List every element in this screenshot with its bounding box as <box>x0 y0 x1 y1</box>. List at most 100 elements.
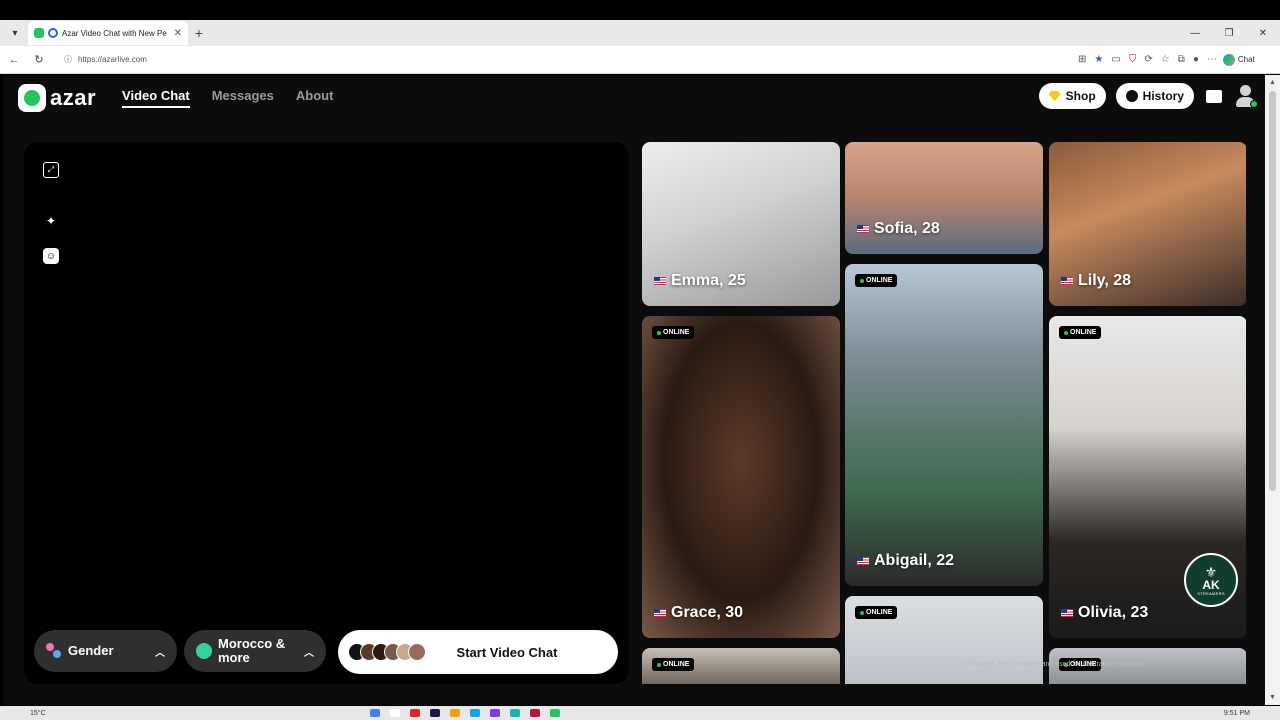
profile-card[interactable]: ONLINE <box>642 648 840 684</box>
nav-video-chat[interactable]: Video Chat <box>122 88 190 108</box>
profile-card[interactable]: ONLINE Abigail, 22 <box>845 264 1043 586</box>
us-flag-icon <box>1061 609 1073 617</box>
os-taskbar: 15°C 9:51 PM <box>0 706 1280 720</box>
magic-wand-icon[interactable]: ✦ <box>43 213 59 229</box>
profile-name: Grace, 30 <box>671 604 744 621</box>
page-scrollbar[interactable]: ▲ ▼ <box>1265 75 1280 705</box>
minimize-icon[interactable]: — <box>1178 20 1212 46</box>
app-icon[interactable] <box>530 709 540 717</box>
close-window-icon[interactable]: ✕ <box>1246 20 1280 46</box>
app-icon[interactable] <box>490 709 500 717</box>
watermark-sub: STREAMERS <box>1197 590 1225 596</box>
favorites-icon[interactable]: ☆ <box>1161 54 1170 65</box>
online-badge: ONLINE <box>855 274 898 287</box>
chat-label: Chat <box>1237 55 1255 64</box>
restore-icon[interactable]: ❐ <box>1212 20 1246 46</box>
new-tab-button[interactable]: + <box>188 22 210 44</box>
favorite-star-icon[interactable]: ★ <box>1094 54 1103 65</box>
app-icon[interactable] <box>430 709 440 717</box>
profile-name: Lily, 28 <box>1078 272 1132 289</box>
gem-icon <box>1048 91 1061 101</box>
browser-tab-bar: ▾ Azar Video Chat with New Pe ✕ + — ❐ ✕ <box>0 20 1280 46</box>
profile-card[interactable]: Lily, 28 <box>1049 142 1246 306</box>
scroll-down-icon[interactable]: ▼ <box>1269 694 1276 701</box>
start-video-chat-button[interactable]: Start Video Chat <box>338 630 618 674</box>
shop-label: Shop <box>1065 89 1096 103</box>
azar-logo[interactable]: azar <box>18 84 96 112</box>
url-field[interactable]: ⓘ https://azarlive.com <box>58 49 1058 70</box>
read-aloud-icon[interactable]: ⊞ <box>1078 54 1086 65</box>
online-badge: ONLINE <box>855 606 898 619</box>
site-info-icon[interactable]: ⓘ <box>64 54 72 65</box>
profile-name: Sofia, 28 <box>874 220 940 237</box>
tab-list-icon[interactable]: ▾ <box>4 22 26 44</box>
azar-page: azar Video Chat Messages About Shop Hist… <box>3 75 1265 705</box>
profile-grid: Emma, 25 Sofia, 28 Lily, 28 ONLINE Grace… <box>642 142 1246 684</box>
folder-icon[interactable] <box>450 709 460 717</box>
screen-top-border <box>0 0 1280 20</box>
shop-button[interactable]: Shop <box>1038 83 1106 109</box>
history-button[interactable]: History <box>1115 83 1194 109</box>
more-icon[interactable]: ⋯ <box>1207 54 1217 65</box>
start-icon[interactable] <box>370 709 380 717</box>
refresh-icon[interactable]: ↻ <box>28 49 50 71</box>
profile-card[interactable]: ONLINE Grace, 30 <box>642 316 840 638</box>
main-nav: Video Chat Messages About <box>122 88 333 108</box>
extension-icon <box>34 28 44 38</box>
address-bar-actions: ⊞ ★ ▭ ⛉ ⟳ ☆ ⧉ ● ⋯ <box>1078 54 1217 65</box>
address-bar: ← ↻ ⓘ https://azarlive.com ⊞ ★ ▭ ⛉ ⟳ ☆ ⧉… <box>0 46 1280 74</box>
tab-title: Azar Video Chat with New Pe <box>62 28 167 38</box>
app-icon[interactable] <box>410 709 420 717</box>
site-header: azar Video Chat Messages About Shop Hist… <box>18 83 1258 113</box>
profile-name: Olivia, 23 <box>1078 604 1149 621</box>
region-dropdown[interactable]: Morocco & more ︿ <box>184 630 326 672</box>
azar-logo-icon <box>18 84 46 112</box>
profile-icon[interactable]: ● <box>1193 54 1199 65</box>
chevron-up-icon: ︿ <box>155 647 165 659</box>
face-filter-icon[interactable]: ☺ <box>43 248 59 264</box>
window-controls: — ❐ ✕ <box>1178 20 1280 46</box>
expand-icon[interactable]: ⤢ <box>43 162 59 178</box>
scroll-thumb[interactable] <box>1269 91 1276 491</box>
header-actions: Shop History <box>1038 83 1258 109</box>
edge-icon[interactable] <box>510 709 520 717</box>
app-icon[interactable] <box>470 709 480 717</box>
ak-streamers-watermark: ⚜ AK STREAMERS <box>1184 553 1238 607</box>
online-badge: ONLINE <box>652 326 695 339</box>
site-favicon-icon <box>48 28 58 38</box>
search-icon[interactable] <box>390 709 400 717</box>
collections-icon[interactable]: ⧉ <box>1178 54 1185 65</box>
eagle-icon: ⚜ <box>1204 563 1218 580</box>
nav-messages[interactable]: Messages <box>212 88 274 108</box>
logo-text: azar <box>50 85 97 110</box>
illustrative-notice: All images are of models and used for il… <box>963 661 1147 668</box>
split-screen-icon[interactable]: ▭ <box>1111 54 1120 65</box>
profile-card[interactable]: ONLINE <box>845 596 1043 684</box>
shield-icon[interactable]: ⛉ <box>1129 54 1137 65</box>
url-text: https://azarlive.com <box>78 55 147 64</box>
profile-card[interactable]: Emma, 25 <box>642 142 840 306</box>
nav-about[interactable]: About <box>296 88 334 108</box>
browser-tab[interactable]: Azar Video Chat with New Pe ✕ <box>28 21 188 45</box>
gender-dropdown[interactable]: Gender ︿ <box>34 630 177 672</box>
scroll-up-icon[interactable]: ▲ <box>1269 79 1276 86</box>
us-flag-icon <box>857 557 869 565</box>
us-flag-icon <box>654 609 666 617</box>
inbox-icon[interactable] <box>1204 87 1224 105</box>
user-avatar-icon[interactable] <box>1234 84 1258 108</box>
clock-icon <box>1125 90 1138 102</box>
gender-label: Gender <box>68 643 114 658</box>
video-controls: Gender ︿ Morocco & more ︿ Start Video Ch… <box>34 630 618 674</box>
app-icon[interactable] <box>550 709 560 717</box>
online-badge: ONLINE <box>652 658 695 671</box>
profile-card[interactable]: Sofia, 28 <box>845 142 1043 254</box>
close-tab-icon[interactable]: ✕ <box>174 28 182 39</box>
us-flag-icon <box>857 225 869 233</box>
back-icon[interactable]: ← <box>3 49 25 71</box>
copilot-chat-button[interactable]: Chat <box>1222 53 1255 66</box>
sync-icon[interactable]: ⟳ <box>1144 54 1152 65</box>
video-preview-panel: ⤢ ✦ ☺ Gender ︿ Morocco & more ︿ Start Vi… <box>24 142 629 684</box>
us-flag-icon <box>654 277 666 285</box>
history-label: History <box>1142 89 1184 103</box>
profile-name: Emma, 25 <box>671 272 746 289</box>
